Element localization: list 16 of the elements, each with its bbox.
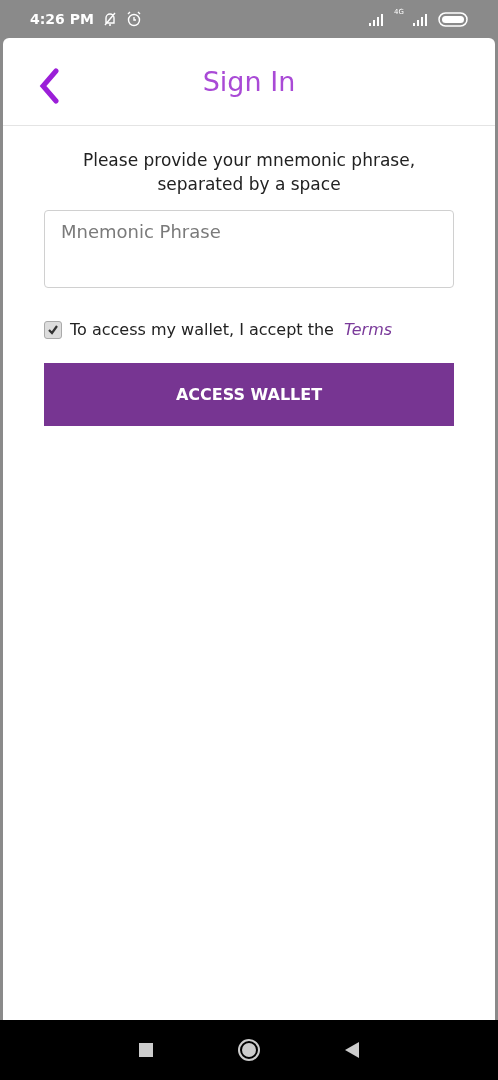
chevron-left-icon	[38, 68, 60, 104]
battery-icon	[438, 11, 468, 27]
circle-icon[interactable]	[237, 1038, 261, 1062]
signal-icon	[412, 12, 430, 26]
terms-link[interactable]: Terms	[343, 320, 393, 339]
terms-label: To access my wallet, I accept the	[70, 320, 334, 339]
instructions-text: Please provide your mnemonic phrase, separated by a space	[81, 149, 417, 196]
bell-off-icon	[101, 11, 118, 27]
triangle-icon[interactable]	[345, 1042, 359, 1058]
terms-checkbox[interactable]	[44, 320, 62, 339]
access-wallet-button[interactable]: ACCESS WALLET	[44, 363, 454, 426]
alarm-icon	[125, 11, 142, 27]
page-title: Sign In	[202, 66, 296, 97]
checkmark-icon	[47, 323, 59, 336]
status-time: 4:26 PM	[30, 11, 94, 27]
mnemonic-input-field[interactable]: Mnemonic Phrase	[44, 210, 454, 288]
